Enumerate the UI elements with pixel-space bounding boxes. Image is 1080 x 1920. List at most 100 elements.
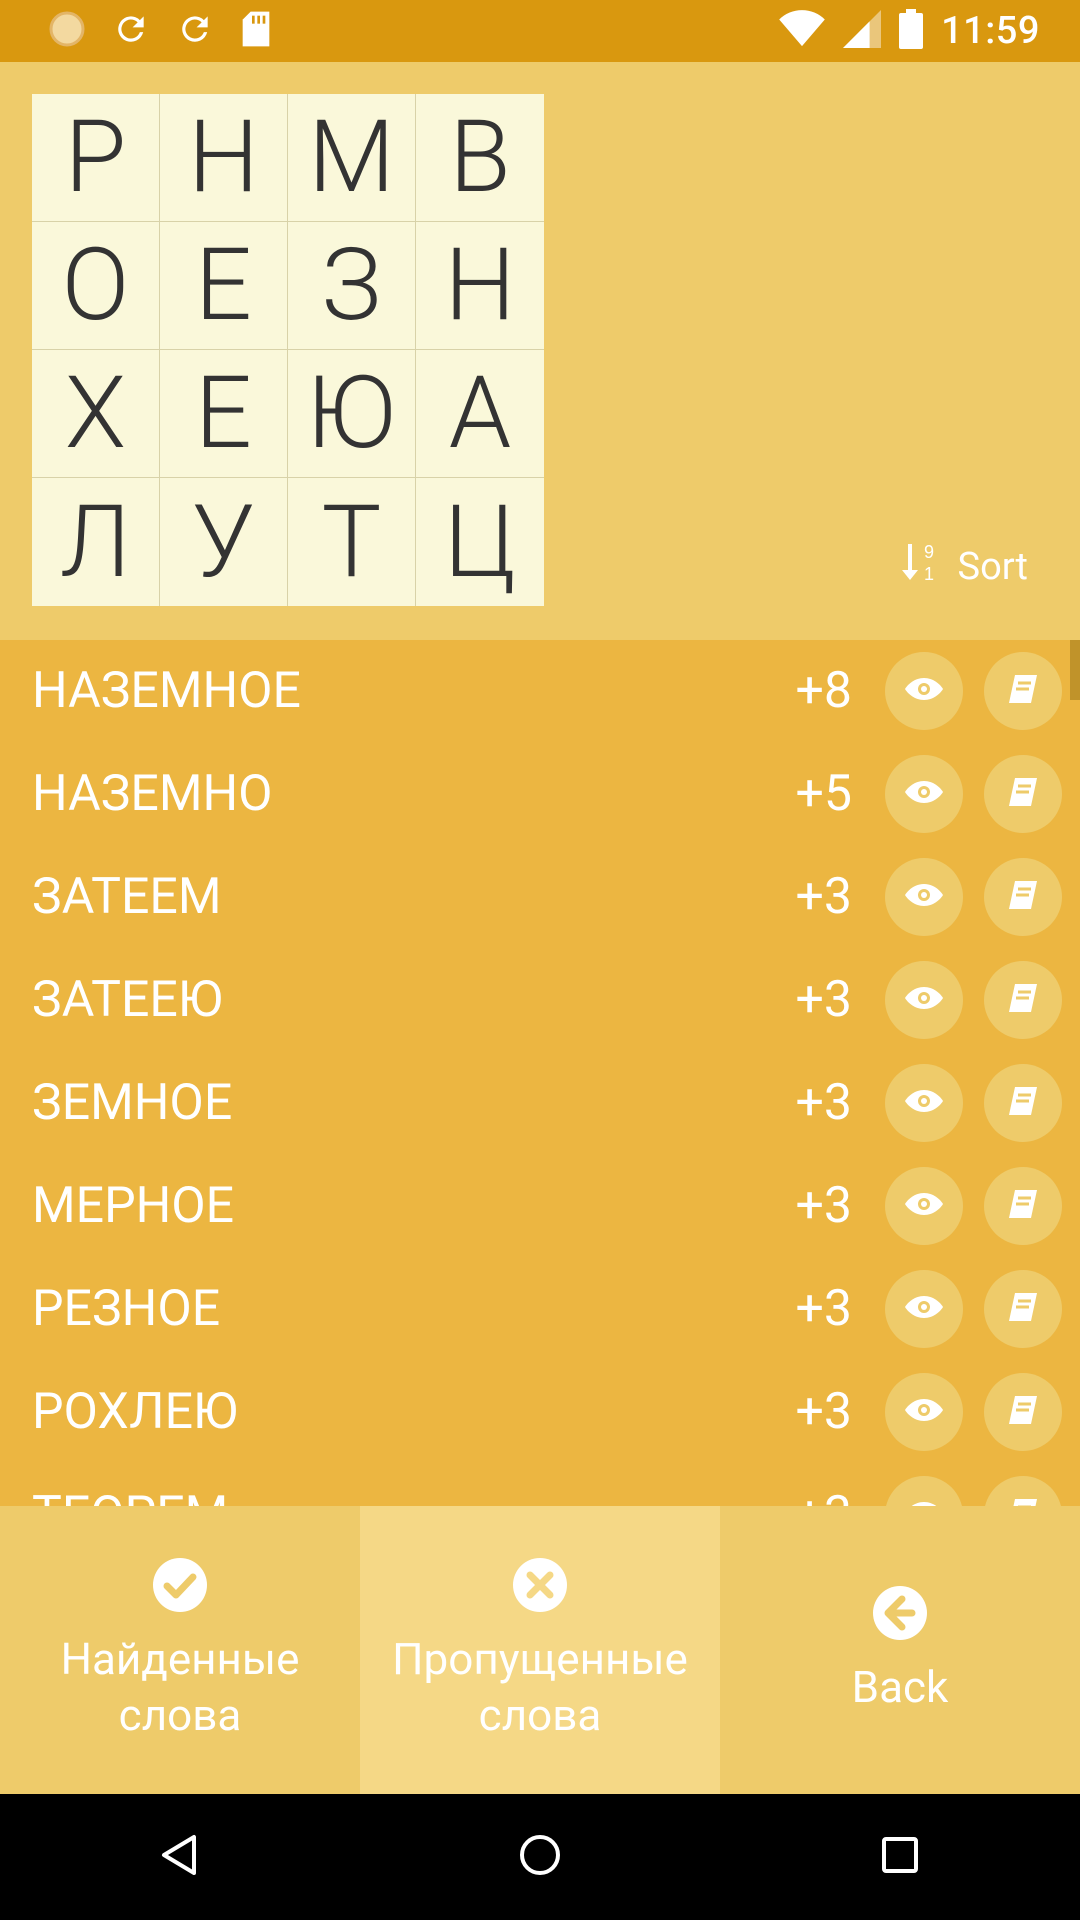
list-item: ЗАТЕЕЮ +3 — [0, 949, 1080, 1052]
book-icon — [1005, 1289, 1041, 1329]
list-item: РОХЛЕЮ +3 — [0, 1361, 1080, 1464]
grid-cell: Е — [160, 222, 288, 350]
reveal-button[interactable] — [885, 858, 963, 936]
tab-missed-label: Пропущенные слова — [392, 1631, 688, 1743]
word-text: РОХЛЕЮ — [32, 1383, 238, 1441]
word-score: +3 — [795, 1280, 852, 1338]
word-text: РЕЗНОЕ — [32, 1280, 221, 1338]
grid-cell: Н — [416, 222, 544, 350]
eye-icon — [904, 1397, 944, 1427]
reveal-button[interactable] — [885, 652, 963, 730]
definition-button[interactable] — [984, 1167, 1062, 1245]
svg-text:1: 1 — [924, 564, 934, 584]
nav-recents-button[interactable] — [860, 1817, 940, 1897]
definition-button[interactable] — [984, 1476, 1062, 1506]
list-item: ЗАТЕЕМ +3 — [0, 846, 1080, 949]
tab-missed-line1: Пропущенные — [392, 1633, 688, 1685]
reveal-button[interactable] — [885, 755, 963, 833]
sort-label: Sort — [957, 545, 1028, 589]
book-icon — [1005, 877, 1041, 917]
sun-icon — [48, 10, 86, 52]
back-button[interactable]: Back — [720, 1506, 1080, 1794]
grid-cell: У — [160, 478, 288, 606]
reveal-button[interactable] — [885, 1167, 963, 1245]
arrow-left-circle-icon — [872, 1585, 928, 1645]
word-score: +3 — [796, 1464, 852, 1506]
tab-found-line1: Найденные — [60, 1633, 300, 1685]
grid-cell: Ю — [288, 350, 416, 478]
scrollbar-thumb[interactable] — [1070, 640, 1080, 700]
letter-grid: Р Н М В О Е З Н Х Е Ю А Л У Т Ц — [32, 94, 544, 606]
definition-button[interactable] — [984, 1064, 1062, 1142]
tab-found-label: Найденные слова — [61, 1631, 300, 1743]
refresh-icon — [176, 10, 214, 52]
eye-icon — [904, 882, 944, 912]
wifi-icon — [779, 10, 825, 52]
word-text: ЗАТЕЕМ — [32, 868, 222, 926]
eye-icon — [904, 985, 944, 1015]
reveal-button[interactable] — [885, 1476, 963, 1506]
word-text: МЕРНОЕ — [32, 1177, 235, 1235]
list-item: ЗЕМНОЕ +3 — [0, 1052, 1080, 1155]
grid-cell: М — [288, 94, 416, 222]
signal-icon — [843, 10, 882, 52]
definition-button[interactable] — [984, 1373, 1062, 1451]
definition-button[interactable] — [984, 961, 1062, 1039]
svg-text:9: 9 — [924, 542, 934, 562]
list-item: НАЗЕМНО +5 — [0, 743, 1080, 846]
eye-icon — [904, 1088, 944, 1118]
circle-home-icon — [518, 1833, 562, 1881]
definition-button[interactable] — [984, 1270, 1062, 1348]
list-item: НАЗЕМНОЕ +8 — [0, 640, 1080, 743]
book-icon — [1005, 1083, 1041, 1123]
grid-cell: Н — [160, 94, 288, 222]
word-text: ЗАТЕЕЮ — [32, 971, 223, 1029]
book-icon — [1005, 671, 1041, 711]
reveal-button[interactable] — [885, 1373, 963, 1451]
word-score: +3 — [795, 868, 852, 926]
tab-missed-words[interactable]: Пропущенные слова — [360, 1506, 720, 1794]
word-text: НАЗЕМНО — [32, 765, 273, 823]
word-score: +3 — [795, 1177, 852, 1235]
reveal-button[interactable] — [885, 961, 963, 1039]
grid-cell: О — [32, 222, 160, 350]
word-score: +3 — [795, 971, 852, 1029]
reveal-button[interactable] — [885, 1270, 963, 1348]
word-score: +3 — [795, 1074, 852, 1132]
book-icon — [1005, 774, 1041, 814]
eye-icon — [904, 779, 944, 809]
nav-back-button[interactable] — [140, 1817, 220, 1897]
grid-cell: Ц — [444, 483, 516, 601]
list-item: РЕЗНОЕ +3 — [0, 1258, 1080, 1361]
board-area: Р Н М В О Е З Н Х Е Ю А Л У Т Ц 9 1 Sort — [0, 62, 1080, 640]
tab-missed-line2: слова — [478, 1689, 602, 1741]
definition-button[interactable] — [984, 652, 1062, 730]
grid-cell: В — [416, 94, 544, 222]
word-score: +8 — [795, 662, 852, 720]
book-icon — [1005, 1495, 1041, 1506]
nav-home-button[interactable] — [500, 1817, 580, 1897]
triangle-back-icon — [158, 1833, 202, 1881]
grid-cell: Т — [288, 478, 416, 606]
status-bar: 11:59 — [0, 0, 1080, 62]
grid-cell: А — [416, 350, 544, 478]
reveal-button[interactable] — [885, 1064, 963, 1142]
definition-button[interactable] — [984, 755, 1062, 833]
square-recents-icon — [880, 1835, 920, 1879]
eye-icon — [904, 1294, 944, 1324]
sort-numeric-icon: 9 1 — [900, 540, 940, 594]
eye-icon — [904, 1191, 944, 1221]
definition-button[interactable] — [984, 858, 1062, 936]
grid-cell: Р — [32, 94, 160, 222]
sort-button[interactable]: 9 1 Sort — [900, 540, 1028, 594]
word-score: +5 — [795, 765, 852, 823]
book-icon — [1005, 1186, 1041, 1226]
tab-found-words[interactable]: Найденные слова — [0, 1506, 360, 1794]
word-text: ТЕОРЕМ — [32, 1464, 228, 1506]
check-circle-icon — [152, 1557, 208, 1617]
word-list[interactable]: НАЗЕМНОЕ +8 НАЗЕМНО +5 ЗАТЕЕМ +3 ЗАТЕЕЮ … — [0, 640, 1080, 1506]
status-right: 11:59 — [779, 0, 1040, 62]
grid-cell: Л — [32, 478, 160, 606]
list-item: ТЕОРЕМ +3 — [0, 1464, 1080, 1506]
bottom-tabs: Найденные слова Пропущенные слова Back — [0, 1506, 1080, 1794]
